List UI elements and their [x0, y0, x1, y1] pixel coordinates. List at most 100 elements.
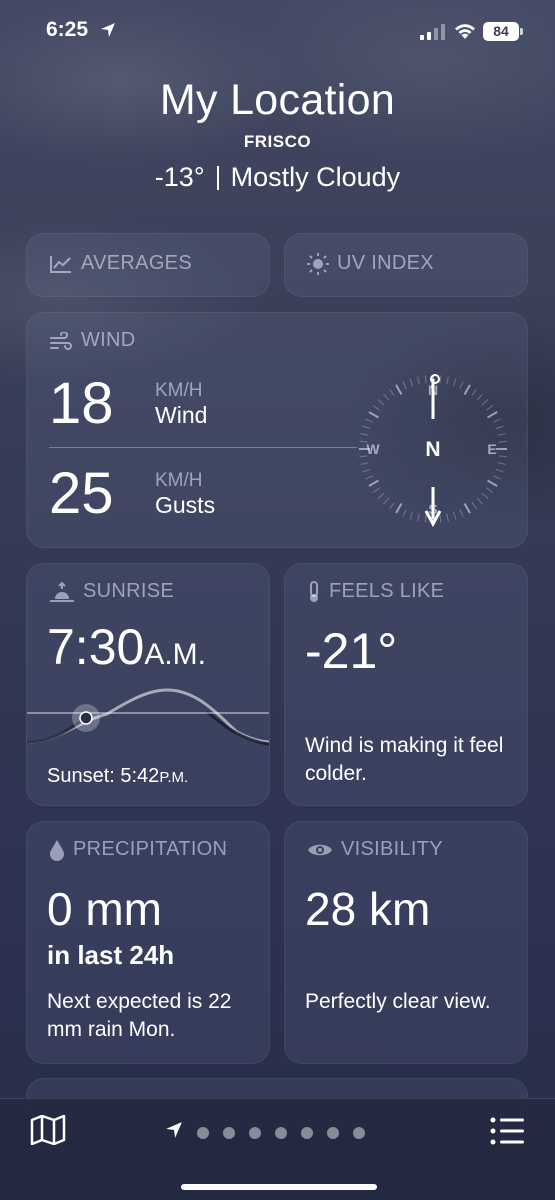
feels-like-value: -21°	[305, 623, 398, 679]
page-dot[interactable]	[301, 1126, 313, 1139]
compass-tick	[497, 433, 506, 436]
sun-path-graph	[27, 688, 269, 746]
uv-index-card[interactable]: UV INDEX	[284, 233, 528, 297]
sun-icon	[307, 252, 329, 275]
location-subtitle: FRISCO	[243, 132, 312, 151]
compass-tick	[486, 405, 494, 411]
compass-tick	[377, 492, 385, 499]
page-dot[interactable]	[249, 1126, 261, 1139]
compass-east-label: E	[487, 441, 496, 457]
compass-tick	[383, 393, 390, 401]
compass-tick	[383, 497, 390, 505]
page-dot[interactable]	[353, 1126, 365, 1139]
map-icon[interactable]	[30, 1114, 66, 1150]
page-dots	[197, 1126, 365, 1139]
compass-tick	[452, 511, 457, 520]
averages-label: AVERAGES	[81, 252, 192, 274]
compass-tick	[395, 503, 403, 514]
compass-tick	[402, 509, 407, 517]
feels-like-card[interactable]: FEELS LIKE -21° Wind is making it feel c…	[284, 563, 528, 806]
compass-tick	[362, 468, 371, 473]
compass-tick	[372, 487, 380, 493]
compass-tick	[493, 475, 501, 480]
wind-label: WIND	[81, 329, 136, 351]
location-list-icon[interactable]	[490, 1117, 526, 1150]
compass-tick	[495, 425, 504, 430]
page-dot[interactable]	[327, 1126, 339, 1139]
wind-speed-unit: KM/H	[155, 379, 203, 401]
compass-tick	[446, 376, 449, 385]
sunrise-card[interactable]: SUNRISE 7:30 A.M. Sunset: 5:42P.M.	[26, 563, 270, 806]
page-dot[interactable]	[223, 1126, 235, 1139]
compass-tick	[486, 487, 494, 493]
visibility-card[interactable]: VISIBILITY 28 km Perfectly clear view.	[284, 821, 528, 1064]
eye-icon	[307, 841, 333, 859]
compass-tick	[368, 411, 379, 419]
gust-speed-row: 25 KM/H Gusts	[49, 465, 215, 523]
wind-card[interactable]: WIND 18 KM/H Wind 25 KM/H Gusts N E S W …	[26, 312, 528, 548]
sunrise-label: SUNRISE	[83, 580, 175, 602]
wind-compass: N E S W N	[359, 374, 507, 528]
compass-west-label: W	[366, 441, 380, 457]
current-location-page-icon[interactable]	[165, 1121, 183, 1144]
compass-tick	[417, 513, 420, 522]
visibility-value: 28 km	[305, 883, 431, 935]
compass-tick	[446, 513, 449, 522]
wifi-icon	[453, 22, 477, 45]
compass-tick	[498, 440, 507, 443]
gust-speed-unit: KM/H	[155, 469, 203, 491]
compass-tick	[439, 514, 442, 523]
compass-tick	[476, 393, 483, 401]
current-conditions: -13° Mostly Cloudy	[0, 162, 555, 193]
averages-card[interactable]: AVERAGES	[26, 233, 270, 297]
bottom-toolbar	[0, 1098, 555, 1200]
compass-tick	[493, 418, 501, 423]
compass-tick	[487, 479, 498, 487]
gust-speed-value: 25	[49, 461, 114, 526]
sunset-row: Sunset: 5:42P.M.	[47, 762, 188, 792]
sunrise-time: 7:30	[47, 619, 145, 675]
compass-tick	[402, 381, 407, 389]
gust-speed-label: Gusts	[155, 491, 216, 518]
wind-divider	[49, 447, 357, 448]
separator	[216, 165, 219, 190]
precipitation-value: 0 mm	[47, 883, 162, 935]
compass-tick	[498, 455, 507, 458]
compass-tick	[459, 381, 464, 389]
page-dot[interactable]	[275, 1126, 287, 1139]
sunrise-time-row: 7:30 A.M.	[47, 622, 206, 672]
wind-speed-row: 18 KM/H Wind	[49, 375, 207, 433]
precipitation-period: in last 24h	[47, 940, 175, 970]
compass-tick	[471, 502, 477, 510]
sunrise-label-row: SUNRISE	[49, 580, 174, 603]
compass-tick	[459, 509, 464, 517]
compass-tick	[360, 462, 369, 465]
compass-tick	[417, 376, 420, 385]
feels-like-label-row: FEELS LIKE	[307, 580, 444, 603]
sunset-ampm: P.M.	[159, 769, 189, 786]
compass-tick	[424, 375, 427, 384]
compass-tick	[395, 384, 403, 395]
compass-tick	[439, 375, 442, 384]
page-dot[interactable]	[197, 1126, 209, 1139]
feels-like-label: FEELS LIKE	[329, 580, 445, 602]
home-indicator	[181, 1184, 377, 1190]
compass-tick	[389, 502, 395, 510]
location-arrow-icon	[100, 22, 116, 43]
compass-tick	[481, 399, 489, 406]
wind-icon	[49, 331, 73, 350]
thermometer-icon	[307, 580, 321, 603]
compass-tick	[368, 479, 379, 487]
wind-label-row: WIND	[49, 329, 136, 352]
cellular-signal-icon	[420, 24, 446, 40]
raindrop-icon	[49, 839, 65, 861]
gust-speed-meta: KM/H Gusts	[155, 470, 215, 519]
wind-speed-value: 18	[49, 371, 114, 436]
visibility-note: Perfectly clear view.	[305, 990, 491, 1013]
precipitation-card[interactable]: PRECIPITATION 0 mm in last 24h Next expe…	[26, 821, 270, 1064]
page-indicator[interactable]	[165, 1121, 365, 1144]
status-bar: 6:25 84	[0, 0, 555, 60]
precipitation-label-row: PRECIPITATION	[49, 838, 227, 861]
compass-tick	[481, 492, 489, 499]
uv-index-label-row: UV INDEX	[307, 252, 434, 275]
